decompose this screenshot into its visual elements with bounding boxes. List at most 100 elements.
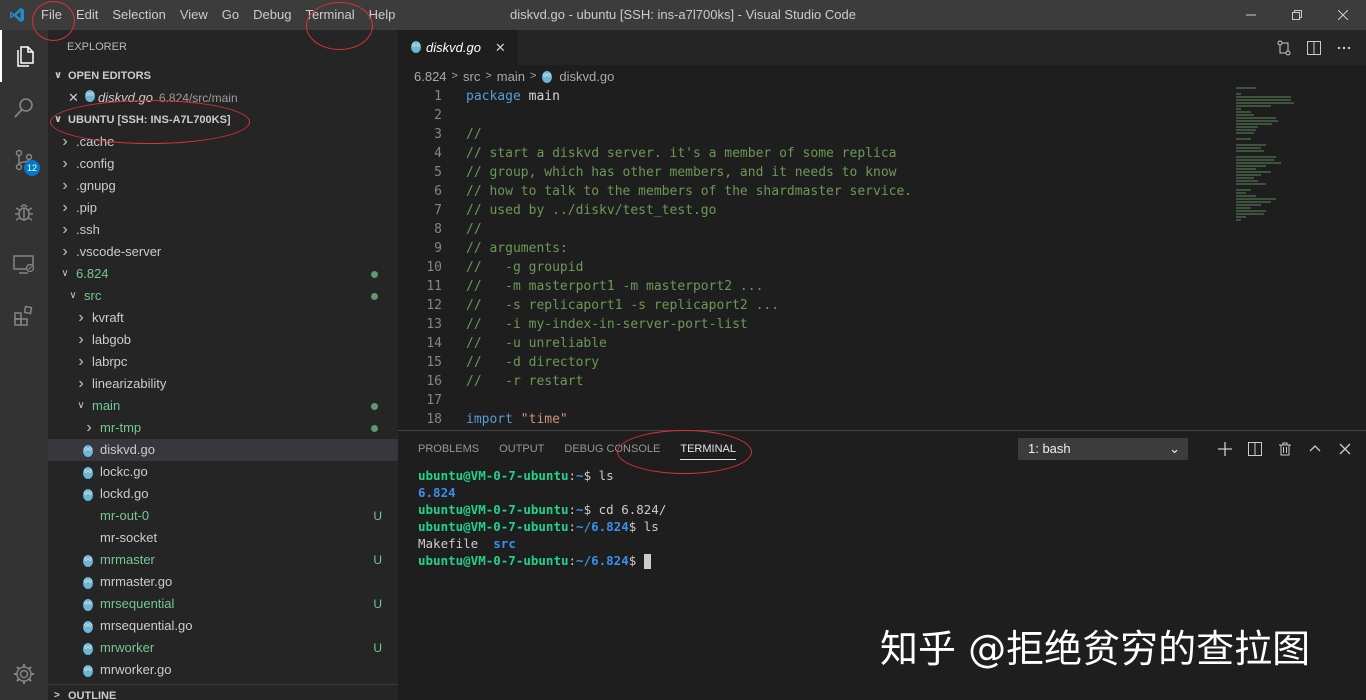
split-terminal-icon[interactable] xyxy=(1248,442,1262,456)
minimap-line xyxy=(1236,204,1261,206)
terminal-select-value: 1: bash xyxy=(1028,441,1071,456)
tree-item[interactable]: mrmaster.go xyxy=(48,571,398,593)
new-terminal-icon[interactable] xyxy=(1218,442,1232,456)
tree-item[interactable]: › labrpc xyxy=(48,351,398,373)
go-file-icon xyxy=(82,575,98,589)
minimap-line xyxy=(1236,108,1241,110)
open-changes-icon[interactable] xyxy=(1276,40,1292,56)
chevron-down-icon: ∨ xyxy=(61,268,69,279)
code-token: main xyxy=(520,89,560,104)
tree-item[interactable]: mrmaster U xyxy=(48,549,398,571)
go-file-icon xyxy=(82,553,98,567)
search-activity-button[interactable] xyxy=(0,82,48,134)
manage-button[interactable] xyxy=(0,648,48,700)
menu-debug[interactable]: Debug xyxy=(246,0,298,30)
chevron-right-icon: › xyxy=(62,155,68,172)
split-editor-icon[interactable] xyxy=(1306,40,1322,56)
minimap-line xyxy=(1236,129,1256,131)
editor-tab-diskvd[interactable]: diskvd.go ✕ xyxy=(398,30,518,65)
tree-item[interactable]: › linearizability xyxy=(48,373,398,395)
tree-item[interactable]: › .config xyxy=(48,153,398,175)
terminal-line: 6.824 xyxy=(418,484,1366,501)
tree-item[interactable]: › .vscode-server xyxy=(48,241,398,263)
minimap-line xyxy=(1236,102,1294,104)
close-tab-icon[interactable]: ✕ xyxy=(495,40,506,56)
terminal-select[interactable]: 1: bash ⌄ xyxy=(1018,438,1188,460)
tree-item[interactable]: diskvd.go xyxy=(48,439,398,461)
breadcrumb-item[interactable]: src xyxy=(463,69,480,84)
open-editors-label: OPEN EDITORS xyxy=(68,70,151,82)
terminal-output[interactable]: ubuntu@VM-0-7-ubuntu:~$ ls 6.824 ubuntu@VM… xyxy=(398,467,1366,569)
menu-view[interactable]: View xyxy=(173,0,215,30)
tree-item[interactable]: lockd.go xyxy=(48,483,398,505)
panel-tab-output[interactable]: OUTPUT xyxy=(499,443,544,455)
close-panel-icon[interactable] xyxy=(1338,442,1352,456)
restore-button[interactable] xyxy=(1274,0,1320,30)
tree-item[interactable]: › .cache xyxy=(48,131,398,153)
close-editor-icon[interactable]: ✕ xyxy=(68,87,84,109)
tree-item[interactable]: mrsequential U xyxy=(48,593,398,615)
line-number: 17 xyxy=(426,393,442,408)
open-editor-item[interactable]: ✕ diskvd.go 6.824/src/main xyxy=(48,87,398,109)
code-line: 15 // -d directory xyxy=(398,353,1366,372)
tree-item[interactable]: › .ssh xyxy=(48,219,398,241)
menu-go[interactable]: Go xyxy=(215,0,246,30)
extensions-activity-button[interactable] xyxy=(0,290,48,342)
outline-header[interactable]: > OUTLINE xyxy=(48,684,398,700)
breadcrumb-item[interactable]: 6.824 xyxy=(414,69,447,84)
open-editors-header[interactable]: ∨ OPEN EDITORS xyxy=(48,65,398,87)
tree-item[interactable]: › labgob xyxy=(48,329,398,351)
tree-item[interactable]: mr-socket xyxy=(48,527,398,549)
tree-item[interactable]: ∨ src xyxy=(48,285,398,307)
minimize-icon xyxy=(1246,14,1256,16)
trash-icon[interactable] xyxy=(1278,442,1292,456)
tree-item[interactable]: mrworker U xyxy=(48,637,398,659)
tree-item[interactable]: ∨ 6.824 xyxy=(48,263,398,285)
close-icon xyxy=(1338,10,1348,20)
minimap-line xyxy=(1236,171,1271,173)
menu-selection[interactable]: Selection xyxy=(105,0,172,30)
line-content: // -u unreliable xyxy=(466,334,607,353)
tree-item[interactable]: › .gnupg xyxy=(48,175,398,197)
tree-item[interactable]: lockc.go xyxy=(48,461,398,483)
tree-item[interactable]: › .pip xyxy=(48,197,398,219)
source-control-activity-button[interactable]: 12 xyxy=(0,134,48,186)
workspace-header[interactable]: ∨ UBUNTU [SSH: INS-A7L700KS] xyxy=(48,109,398,131)
chevron-down-icon: ⌄ xyxy=(1169,441,1180,456)
menu-help[interactable]: Help xyxy=(362,0,403,30)
tree-item-label: .config xyxy=(76,156,115,171)
tree-item[interactable]: mrworker.go xyxy=(48,659,398,681)
minimize-button[interactable] xyxy=(1228,0,1274,30)
panel-tab-terminal[interactable]: TERMINAL xyxy=(680,443,736,460)
tree-item[interactable]: mr-out-0 U xyxy=(48,505,398,527)
breadcrumb-item[interactable]: main xyxy=(497,69,525,84)
menu-edit[interactable]: Edit xyxy=(69,0,105,30)
files-icon xyxy=(17,46,34,67)
close-window-button[interactable] xyxy=(1320,0,1366,30)
git-modified-dot xyxy=(371,425,378,432)
chevron-down-icon: ∨ xyxy=(69,290,77,301)
tree-item[interactable]: mrsequential.go xyxy=(48,615,398,637)
remote-explorer-activity-button[interactable] xyxy=(0,238,48,290)
tree-item[interactable]: › kvraft xyxy=(48,307,398,329)
tree-item[interactable]: › mr-tmp xyxy=(48,417,398,439)
tree-item[interactable]: ∨ main xyxy=(48,395,398,417)
more-actions-icon[interactable] xyxy=(1336,40,1352,56)
minimap[interactable] xyxy=(1236,87,1296,237)
tree-item-label: mrsequential xyxy=(100,596,175,611)
tree-item-label: .gnupg xyxy=(76,178,116,193)
code-line: 7 // used by ../diskv/test_test.go xyxy=(398,201,1366,220)
explorer-activity-button[interactable] xyxy=(0,30,48,82)
code-token: // -s replicaport1 -s replicaport2 ... xyxy=(466,298,780,313)
line-number: 14 xyxy=(426,336,442,351)
chevron-up-icon[interactable] xyxy=(1308,442,1322,456)
panel-tab-problems[interactable]: PROBLEMS xyxy=(418,443,479,455)
debug-activity-button[interactable] xyxy=(0,186,48,238)
breadcrumb-item[interactable]: diskvd.go xyxy=(559,69,614,84)
menu-file[interactable]: File xyxy=(34,0,69,30)
panel-tab-debug-console[interactable]: DEBUG CONSOLE xyxy=(564,443,660,455)
terminal-token: $ ls xyxy=(628,519,659,534)
chevron-right-icon: > xyxy=(485,70,492,82)
code-editor[interactable]: 1 package main 2 3 // 4 // start a diskvd serv… xyxy=(398,87,1366,430)
menu-terminal[interactable]: Terminal xyxy=(298,0,361,30)
